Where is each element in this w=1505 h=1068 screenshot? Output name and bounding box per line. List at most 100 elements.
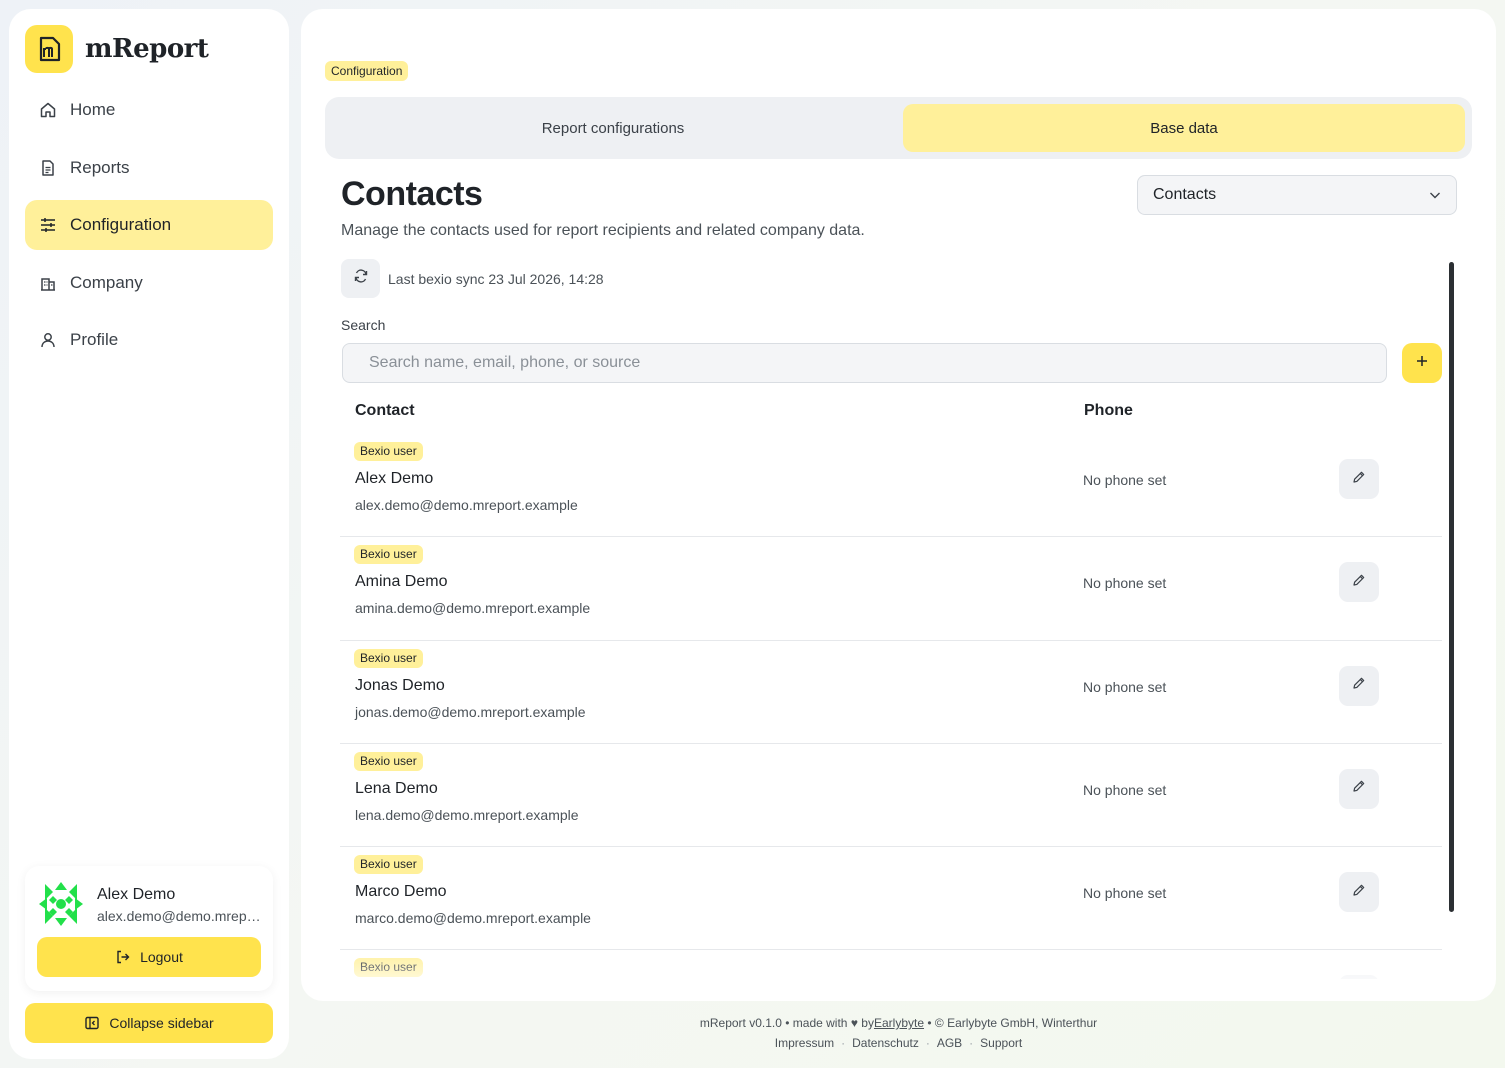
logout-button[interactable]: Logout [37, 937, 261, 977]
contact-name: Lena Demo [355, 779, 438, 797]
source-badge: Bexio user [354, 855, 423, 875]
heart-icon: ♥ [850, 1016, 858, 1030]
sidebar-item-home[interactable]: Home [25, 85, 273, 135]
edit-contact-button[interactable] [1339, 872, 1379, 913]
app-name: mReport [85, 34, 209, 64]
contact-email: alex.demo@demo.mreport.example [355, 497, 578, 513]
sidebar-item-label: Profile [70, 330, 119, 349]
edit-contact-button[interactable] [1339, 768, 1379, 809]
user-email: alex.demo@demo.mreport.example [97, 908, 267, 924]
page-subtitle: Manage the contacts used for report reci… [341, 222, 865, 239]
table-row: Bexio user Amina Demo amina.demo@demo.mr… [340, 537, 1442, 641]
avatar[interactable] [37, 880, 85, 928]
sliders-icon [39, 216, 57, 234]
logout-icon [115, 949, 131, 965]
home-icon [39, 101, 57, 119]
scrollbar[interactable] [1449, 262, 1454, 912]
contact-name: Marco Demo [355, 883, 447, 901]
column-header-phone[interactable]: Phone [1084, 402, 1133, 420]
pencil-icon [1352, 573, 1366, 592]
edit-contact-button[interactable] [1339, 975, 1379, 979]
plus-icon [1415, 354, 1429, 373]
sidebar-nav: Home Reports Configuration Company Profi… [25, 85, 273, 373]
edit-contact-button[interactable] [1339, 665, 1379, 706]
edit-contact-button[interactable] [1339, 459, 1379, 499]
contact-name: Amina Demo [355, 573, 448, 591]
source-badge: Bexio user [354, 545, 423, 565]
contact-phone: No phone set [1083, 885, 1167, 902]
datenschutz-link[interactable]: Datenschutz [852, 1036, 919, 1050]
support-link[interactable]: Support [980, 1036, 1022, 1050]
footer-by: by [861, 1016, 874, 1030]
collapse-sidebar-label: Collapse sidebar [109, 1015, 214, 1031]
last-sync-text: Last bexio sync 23 Jul 2026, 14:28 [388, 271, 604, 287]
pencil-icon [1352, 470, 1366, 489]
user-icon [39, 331, 57, 349]
contacts-table: Bexio user Alex Demo alex.demo@demo.mrep… [340, 434, 1442, 979]
table-row: Bexio user Jonas Demo jonas.demo@demo.mr… [340, 641, 1442, 744]
add-contact-button[interactable] [1402, 343, 1442, 383]
tab-report-configurations[interactable]: Report configurations [332, 104, 894, 152]
source-badge: Bexio user [354, 751, 423, 771]
refresh-icon [353, 268, 369, 289]
search-input[interactable] [342, 343, 1387, 383]
collapse-sidebar-button[interactable]: Collapse sidebar [25, 1003, 273, 1043]
tab-bar: Report configurations Base data [325, 97, 1472, 159]
contact-email: lena.demo@demo.mreport.example [355, 806, 579, 823]
pencil-icon [1352, 676, 1366, 695]
brand[interactable]: mReport [25, 25, 209, 73]
sidebar-collapse-icon [84, 1015, 100, 1031]
tab-base-data[interactable]: Base data [903, 104, 1465, 152]
contact-phone: No phone set [1083, 781, 1167, 798]
breadcrumb: Configuration [325, 61, 409, 81]
separator: · [841, 1036, 846, 1050]
source-badge: Bexio user [354, 442, 423, 461]
contact-name: Alex Demo [355, 470, 434, 487]
select-value: Contacts [1153, 186, 1217, 203]
contact-email: amina.demo@demo.mreport.example [355, 600, 591, 617]
base-data-select[interactable]: Contacts [1137, 175, 1457, 215]
table-row: Bexio user Marco Demo marco.demo@demo.mr… [340, 847, 1442, 951]
column-header-contact[interactable]: Contact [355, 402, 415, 420]
building-icon [39, 274, 57, 292]
impressum-link[interactable]: Impressum [775, 1036, 834, 1050]
table-row: Bexio user Lena Demo lena.demo@demo.mrep… [340, 744, 1442, 848]
chevron-down-icon [1428, 188, 1442, 207]
pencil-icon [1352, 883, 1366, 902]
separator: · [925, 1036, 930, 1050]
sidebar: mReport Home Reports Configuration Compa… [9, 9, 289, 1059]
contact-phone: No phone set [1083, 472, 1167, 488]
edit-contact-button[interactable] [1339, 562, 1379, 603]
user-card: Alex Demo alex.demo@demo.mreport.example… [25, 866, 273, 991]
contact-phone: No phone set [1083, 575, 1167, 592]
page-title: Contacts [341, 175, 483, 213]
source-badge: Bexio user [354, 648, 423, 668]
sidebar-item-label: Reports [70, 157, 130, 177]
mreport-logo-icon [25, 25, 73, 73]
sidebar-item-configuration[interactable]: Configuration [25, 200, 273, 250]
table-row: Bexio user Alex Demo alex.demo@demo.mrep… [340, 434, 1442, 538]
contact-email: jonas.demo@demo.mreport.example [355, 703, 586, 720]
reports-icon [39, 159, 57, 177]
sidebar-item-reports[interactable]: Reports [25, 143, 273, 193]
logout-label: Logout [140, 949, 183, 965]
footer-copyright: • © Earlybyte GmbH, Winterthur [927, 1016, 1098, 1030]
sync-button[interactable] [341, 259, 380, 298]
user-name: Alex Demo [97, 886, 176, 903]
contact-email: marco.demo@demo.mreport.example [355, 910, 591, 927]
footer-links: Impressum · Datenschutz · AGB · Support [301, 1036, 1496, 1050]
footer-credits: mReport v0.1.0 • made with ♥ byEarlybyte… [301, 1016, 1496, 1030]
sidebar-item-profile[interactable]: Profile [25, 315, 273, 365]
separator: · [969, 1036, 974, 1050]
source-badge: Bexio user [354, 958, 423, 978]
earlybyte-link[interactable]: Earlybyte [874, 1016, 924, 1030]
main-panel: Configuration Report configurations Base… [301, 9, 1496, 1001]
search-label: Search [341, 317, 386, 333]
footer-version: mReport v0.1.0 • made with [699, 1016, 848, 1030]
sidebar-item-label: Configuration [70, 215, 172, 234]
contact-phone: No phone set [1083, 678, 1167, 695]
sidebar-item-company[interactable]: Company [25, 258, 273, 308]
contact-name: Jonas Demo [355, 676, 445, 694]
agb-link[interactable]: AGB [937, 1036, 962, 1050]
sidebar-item-label: Company [70, 272, 143, 292]
